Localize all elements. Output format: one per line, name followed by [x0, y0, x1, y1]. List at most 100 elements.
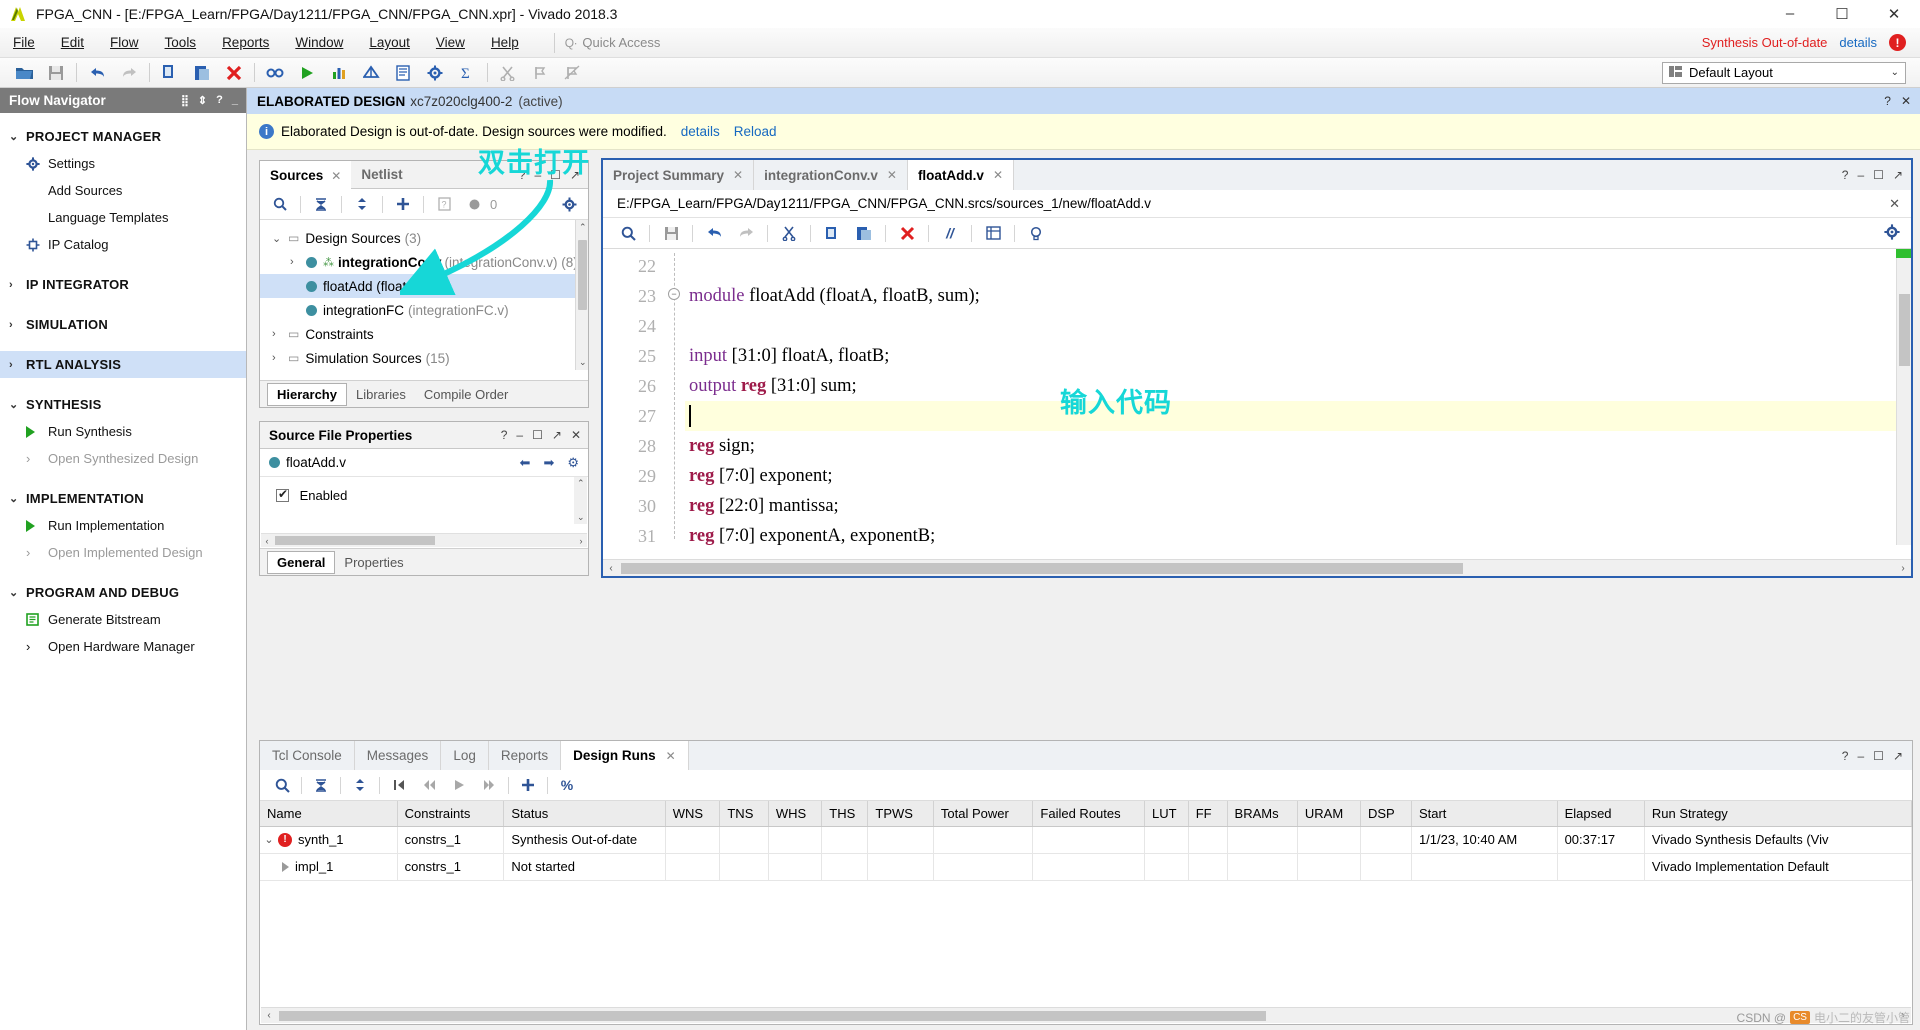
- col-run-strategy[interactable]: Run Strategy: [1644, 801, 1912, 827]
- sources-tree-scrollbar[interactable]: ⌃ ⌄: [575, 220, 588, 370]
- flownav-item-ip-catalog[interactable]: IP Catalog: [0, 231, 246, 258]
- col-tns[interactable]: TNS: [719, 801, 769, 827]
- code-line[interactable]: module floatAdd (floatA, floatB, sum);: [685, 281, 1911, 311]
- menu-tools[interactable]: Tools: [152, 31, 210, 54]
- tab-tcl-console[interactable]: Tcl Console: [260, 741, 355, 770]
- redo-icon[interactable]: [731, 221, 761, 246]
- code-line-active[interactable]: [685, 401, 1911, 431]
- scroll-track[interactable]: [619, 562, 1895, 574]
- col-brams[interactable]: BRAMs: [1227, 801, 1298, 827]
- flownav-group-project-manager[interactable]: ⌄ PROJECT MANAGER: [0, 123, 246, 150]
- close-icon[interactable]: ✕: [1901, 94, 1911, 108]
- flownav-item-open-hardware-manager[interactable]: › Open Hardware Manager: [0, 633, 246, 660]
- expand-all-icon[interactable]: [345, 773, 375, 798]
- menu-reports[interactable]: Reports: [209, 31, 282, 54]
- comment-icon[interactable]: //: [935, 221, 965, 246]
- tree-row-selected[interactable]: floatAdd (floatAdd.v): [260, 274, 588, 298]
- settings-gear-icon[interactable]: [419, 60, 451, 86]
- col-dsp[interactable]: DSP: [1360, 801, 1412, 827]
- col-ff[interactable]: FF: [1188, 801, 1228, 827]
- synthesis-details-link[interactable]: details: [1839, 35, 1877, 50]
- flownav-item-generate-bitstream[interactable]: Generate Bitstream: [0, 606, 246, 633]
- scroll-down-icon[interactable]: ⌄: [577, 512, 585, 523]
- help-icon[interactable]: ?: [501, 428, 508, 442]
- tab-design-runs[interactable]: Design Runs ✕: [561, 741, 689, 770]
- flownav-item-run-implementation[interactable]: Run Implementation: [0, 512, 246, 539]
- tab-compile-order[interactable]: Compile Order: [415, 384, 518, 405]
- menu-layout[interactable]: Layout: [356, 31, 423, 54]
- back-arrow-icon[interactable]: ⬅: [520, 455, 531, 471]
- scroll-thumb[interactable]: [275, 536, 436, 545]
- col-constraints[interactable]: Constraints: [397, 801, 505, 827]
- expand-all-icon[interactable]: [348, 192, 376, 217]
- tab-log[interactable]: Log: [441, 741, 489, 770]
- chevron-right-icon[interactable]: ›: [272, 328, 288, 340]
- maximize-icon[interactable]: ☐: [532, 428, 543, 442]
- copy-icon[interactable]: [817, 221, 847, 246]
- code-line[interactable]: [685, 251, 1911, 281]
- menu-flow[interactable]: Flow: [97, 31, 152, 54]
- paste-icon[interactable]: [186, 60, 218, 86]
- col-uram[interactable]: URAM: [1297, 801, 1362, 827]
- flownav-item-run-synthesis[interactable]: Run Synthesis: [0, 418, 246, 445]
- minimize-icon[interactable]: –: [1857, 168, 1864, 182]
- code-line[interactable]: reg [7:0] exponentA, exponentB;: [685, 521, 1911, 546]
- percent-icon[interactable]: %: [552, 773, 582, 798]
- delete-icon[interactable]: [218, 60, 250, 86]
- layout-selector[interactable]: Default Layout ⌄: [1662, 61, 1906, 84]
- maximize-icon[interactable]: ☐: [1873, 749, 1884, 763]
- gear-icon[interactable]: ⚙: [567, 455, 579, 471]
- col-total-power[interactable]: Total Power: [933, 801, 1034, 827]
- minimize-icon[interactable]: –: [516, 428, 523, 442]
- close-icon[interactable]: ✕: [887, 168, 897, 182]
- scroll-thumb[interactable]: [578, 240, 587, 310]
- chevron-right-icon[interactable]: ›: [272, 352, 288, 364]
- search-icon[interactable]: [613, 221, 643, 246]
- scroll-left-icon[interactable]: ‹: [261, 1010, 277, 1021]
- editor-hscrollbar[interactable]: ‹ ›: [603, 559, 1911, 576]
- flownav-item-settings[interactable]: Settings: [0, 150, 246, 177]
- col-status[interactable]: Status: [503, 801, 666, 827]
- float-icon[interactable]: ↗: [1893, 749, 1903, 763]
- col-lut[interactable]: LUT: [1144, 801, 1189, 827]
- menu-view[interactable]: View: [423, 31, 478, 54]
- code-line[interactable]: output reg [31:0] sum;: [685, 371, 1911, 401]
- float-icon[interactable]: ↗: [1893, 168, 1903, 182]
- link-icon[interactable]: [259, 60, 291, 86]
- tab-messages[interactable]: Messages: [355, 741, 442, 770]
- sigma-icon[interactable]: Σ: [451, 60, 483, 86]
- paste-icon[interactable]: [849, 221, 879, 246]
- col-ths[interactable]: THS: [821, 801, 869, 827]
- col-tpws[interactable]: TPWS: [867, 801, 934, 827]
- editor-vscrollbar[interactable]: [1896, 249, 1911, 545]
- close-button[interactable]: ✕: [1868, 0, 1920, 28]
- tab-general[interactable]: General: [267, 550, 336, 574]
- help-icon[interactable]: ?: [1884, 94, 1891, 108]
- float-icon[interactable]: ↗: [570, 168, 580, 182]
- scroll-thumb[interactable]: [279, 1010, 1266, 1021]
- scroll-track[interactable]: [277, 1010, 1895, 1021]
- design-runs-hscrollbar[interactable]: ‹ ›: [261, 1007, 1911, 1023]
- tab-integrationconv-v[interactable]: integrationConv.v ✕: [754, 160, 908, 190]
- tab-floatadd-v[interactable]: floatAdd.v ✕: [907, 160, 1014, 190]
- stop-flag-icon[interactable]: [556, 60, 588, 86]
- error-badge-icon[interactable]: !: [1889, 34, 1906, 51]
- chevron-down-icon[interactable]: ⌄: [272, 232, 288, 245]
- close-icon[interactable]: ✕: [331, 169, 341, 183]
- help-icon[interactable]: ?: [430, 192, 458, 217]
- close-icon[interactable]: ✕: [1889, 196, 1911, 212]
- banner-reload-link[interactable]: Reload: [734, 124, 777, 139]
- float-icon[interactable]: ↗: [552, 428, 562, 442]
- flownav-item-open-synthesized-design[interactable]: › Open Synthesized Design: [0, 445, 246, 472]
- close-icon[interactable]: ✕: [993, 168, 1003, 182]
- collapse-all-icon[interactable]: ⣿: [181, 94, 189, 107]
- code-line[interactable]: reg [22:0] mantissa;: [685, 491, 1911, 521]
- indent-icon[interactable]: [978, 221, 1008, 246]
- save-icon[interactable]: [40, 60, 72, 86]
- flownav-group-synthesis[interactable]: ⌄ SYNTHESIS: [0, 391, 246, 418]
- maximize-button[interactable]: ☐: [1816, 0, 1868, 28]
- gear-icon[interactable]: [1884, 223, 1911, 243]
- col-elapsed[interactable]: Elapsed: [1557, 801, 1645, 827]
- menu-window[interactable]: Window: [282, 31, 356, 54]
- scroll-track[interactable]: [273, 536, 575, 545]
